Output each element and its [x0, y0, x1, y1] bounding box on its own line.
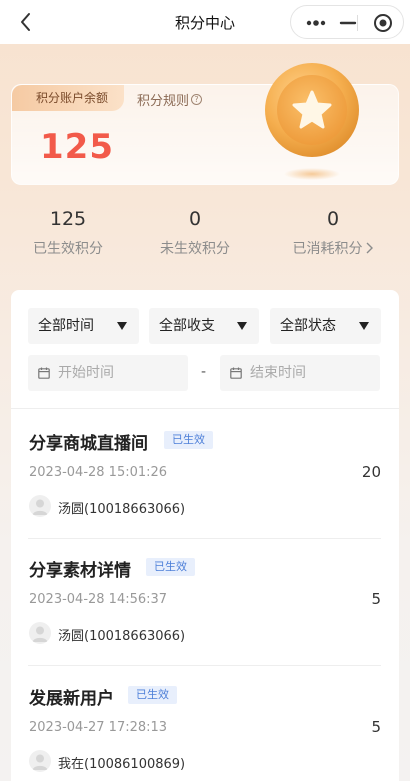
calendar-icon	[230, 367, 242, 379]
record-time: 2023-04-28 14:56:37	[29, 592, 168, 607]
chevron-right-icon	[366, 242, 373, 254]
flow-filter-label: 全部收支	[159, 318, 215, 334]
stat-label: 已消耗积分	[292, 241, 363, 257]
dropdown-triangle-icon	[117, 322, 127, 330]
balance-tag: 积分账户余额	[12, 85, 125, 111]
time-filter-label: 全部时间	[38, 318, 94, 334]
question-icon: ?	[191, 94, 203, 105]
navigation-bar: 积分中心	[0, 0, 410, 44]
stat-consumed[interactable]: 0 已消耗积分	[265, 208, 401, 258]
minimize-icon[interactable]	[339, 16, 357, 30]
record-points: 5	[371, 718, 381, 736]
record-user: 汤圆(10018663066)	[58, 629, 186, 644]
time-filter-dropdown[interactable]: 全部时间	[28, 308, 139, 344]
record-user: 我在(10086100869)	[58, 757, 186, 772]
balance-value: 125	[40, 127, 114, 167]
calendar-icon	[38, 367, 50, 379]
stat-value: 0	[188, 208, 202, 230]
list-item[interactable]: 分享素材详情 已生效 2023-04-28 14:56:37 5 汤圆(1001…	[28, 556, 381, 682]
more-dots-icon[interactable]	[305, 16, 327, 30]
record-title: 分享素材详情	[29, 561, 131, 581]
record-user: 汤圆(10018663066)	[58, 502, 186, 517]
date-range-separator: -	[201, 364, 207, 380]
rules-link[interactable]: 积分规则 ?	[137, 90, 203, 109]
start-date-placeholder: 开始时间	[58, 365, 114, 381]
filter-divider	[11, 408, 399, 409]
rules-label: 积分规则	[137, 94, 190, 109]
status-badge: 已生效	[164, 431, 213, 449]
stat-value: 0	[326, 208, 340, 230]
avatar	[29, 495, 51, 517]
target-icon[interactable]	[373, 13, 393, 33]
row-divider	[28, 538, 381, 539]
record-points: 5	[371, 590, 381, 608]
user-avatar-icon	[32, 626, 48, 642]
status-filter-label: 全部状态	[280, 318, 336, 334]
record-points: 20	[361, 463, 381, 481]
stat-label: 已生效积分	[33, 241, 103, 257]
status-badge: 已生效	[146, 558, 195, 576]
dropdown-triangle-icon	[237, 322, 247, 330]
start-date-field[interactable]: 开始时间	[28, 355, 188, 391]
avatar	[29, 750, 51, 772]
record-title: 发展新用户	[29, 689, 114, 709]
user-avatar-icon	[32, 499, 48, 515]
stat-label: 未生效积分	[160, 241, 230, 257]
dropdown-triangle-icon	[359, 322, 369, 330]
end-date-placeholder: 结束时间	[250, 365, 306, 381]
record-time: 2023-04-27 17:28:13	[29, 720, 168, 735]
record-time: 2023-04-28 15:01:26	[29, 465, 168, 480]
stat-effective: 125 已生效积分	[0, 208, 136, 258]
list-item[interactable]: 发展新用户 已生效 2023-04-27 17:28:13 5 我在(10086…	[28, 684, 381, 781]
row-divider	[28, 665, 381, 666]
record-title: 分享商城直播间	[29, 434, 148, 454]
star-coin-icon	[265, 63, 359, 180]
capsule-divider	[357, 15, 358, 31]
stat-pending: 0 未生效积分	[127, 208, 263, 258]
flow-filter-dropdown[interactable]: 全部收支	[149, 308, 259, 344]
mini-program-capsule	[290, 5, 404, 39]
status-filter-dropdown[interactable]: 全部状态	[270, 308, 381, 344]
avatar	[29, 622, 51, 644]
records-panel: 全部时间 全部收支 全部状态 开始时间 - 结束时间 分享商城直播间 已生效 2	[11, 290, 399, 781]
end-date-field[interactable]: 结束时间	[220, 355, 380, 391]
user-avatar-icon	[32, 754, 48, 770]
status-badge: 已生效	[128, 686, 177, 704]
stat-value: 125	[49, 208, 87, 230]
list-item[interactable]: 分享商城直播间 已生效 2023-04-28 15:01:26 20 汤圆(10…	[28, 429, 381, 555]
